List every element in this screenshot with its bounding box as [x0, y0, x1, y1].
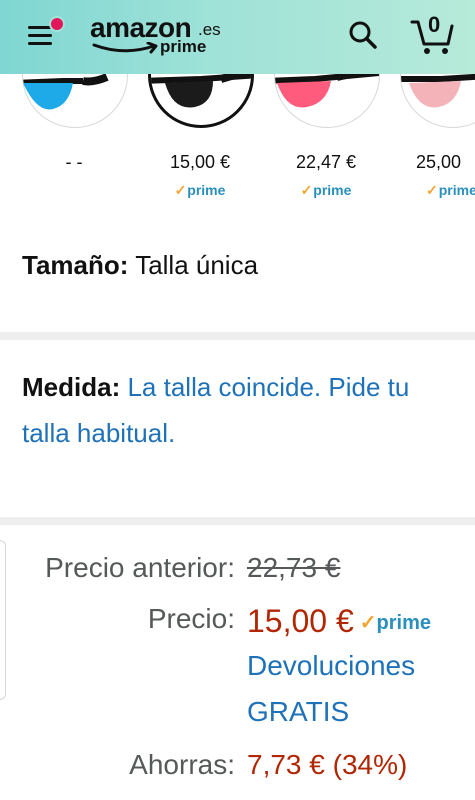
swatch-price: 22,47 €: [295, 152, 357, 172]
amazon-prime-logo[interactable]: amazon .es prime: [90, 12, 221, 62]
swatch-black[interactable]: 15,00 € ✓prime: [148, 62, 274, 202]
size-row: Tamaño: Talla única: [22, 250, 258, 281]
prime-check-icon: ✓: [426, 182, 438, 198]
prime-text: prime: [376, 612, 431, 634]
search-icon: [349, 21, 377, 49]
prime-text: prime: [313, 182, 352, 198]
returns-row-2: GRATIS: [0, 696, 475, 736]
free-returns-link-line1[interactable]: Devoluciones: [247, 650, 415, 682]
logo-prime: prime: [160, 37, 207, 56]
menu-button[interactable]: [24, 16, 65, 52]
swatch-blue[interactable]: - -: [22, 62, 148, 202]
previous-price-value: 22,73 €: [247, 552, 341, 583]
swatch-price: - -: [65, 152, 83, 172]
savings-label: Ahorras:: [129, 749, 235, 780]
swatch-pink[interactable]: 22,47 € ✓prime: [274, 62, 400, 202]
size-label: Tamaño:: [22, 250, 129, 280]
notification-dot: [49, 16, 65, 32]
savings-value: 7,73 € (34%): [247, 749, 408, 780]
prime-check-icon: ✓: [174, 182, 187, 198]
cart-count: 0: [428, 12, 441, 37]
section-divider: [0, 517, 475, 525]
free-returns-link-line2[interactable]: GRATIS: [247, 696, 349, 728]
size-value: Talla única: [135, 250, 259, 280]
previous-price-label: Precio anterior:: [45, 552, 235, 583]
prime-text: prime: [187, 182, 226, 198]
prime-text: prime: [438, 182, 475, 198]
fit-label: Medida:: [22, 372, 121, 402]
swatch-price: 15,00 €: [169, 152, 231, 172]
prime-check-icon: ✓: [359, 612, 377, 634]
price-label: Precio:: [147, 603, 235, 634]
cart-button[interactable]: 0: [410, 12, 456, 56]
menu-icon-bar: [28, 42, 52, 45]
prime-badge: ✓prime: [360, 612, 431, 634]
swatch-prime-badge: ✓prime: [274, 182, 378, 199]
smile-arrow-icon: [92, 42, 158, 54]
swatch-price: 25,00: [416, 152, 462, 172]
price-row: Precio: 15,00 € ✓prime: [0, 603, 475, 643]
savings-row: Ahorras: 7,73 € (34%): [0, 749, 475, 789]
swatch-prime-badge: ✓prime: [426, 182, 475, 199]
top-header: amazon .es prime 0: [0, 0, 475, 74]
returns-row: Devoluciones: [0, 650, 475, 690]
price-value-group: 15,00 € ✓prime: [247, 603, 431, 640]
prime-check-icon: ✓: [300, 182, 313, 198]
section-divider: [0, 332, 475, 340]
fit-info: Medida: La talla coincide. Pide tu talla…: [22, 364, 452, 456]
previous-price-row: Precio anterior: 22,73 €: [0, 552, 475, 592]
color-swatches: - - 15,00 € ✓prime 22,47 € ✓prime 25,00 …: [0, 62, 475, 212]
swatch-rose[interactable]: 25,00 ✓prime: [400, 62, 475, 202]
menu-icon-bar: [28, 34, 52, 37]
search-button[interactable]: [346, 18, 380, 52]
swatch-prime-badge: ✓prime: [148, 182, 252, 199]
price-value: 15,00 €: [247, 603, 354, 639]
